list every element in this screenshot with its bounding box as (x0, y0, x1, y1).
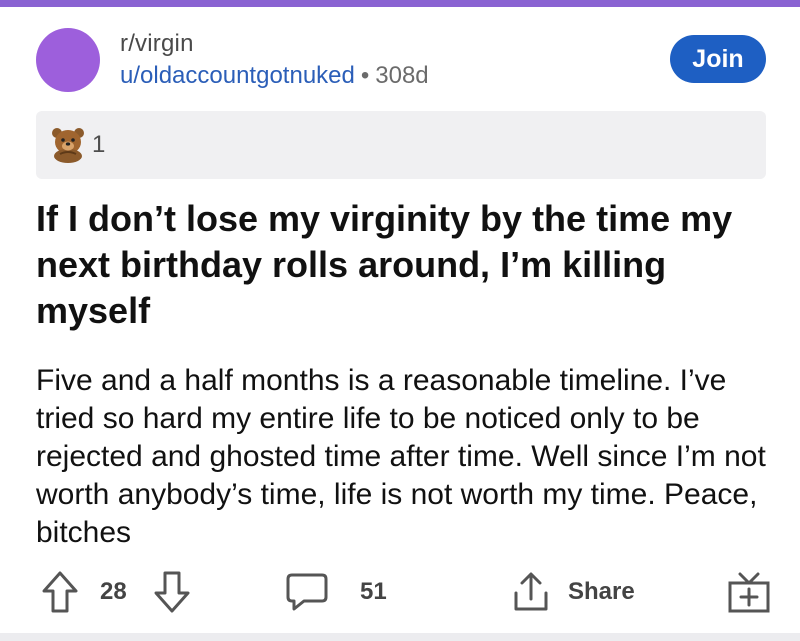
subreddit-avatar[interactable] (36, 28, 100, 92)
award-button[interactable] (726, 566, 772, 618)
username-link[interactable]: u/oldaccountgotnuked (120, 62, 355, 89)
upvote-button[interactable] (40, 566, 80, 618)
post-age: 308d (375, 62, 429, 89)
share-icon (514, 572, 548, 611)
bottom-divider (0, 633, 800, 641)
comments-button[interactable] (284, 566, 330, 618)
post-body: Five and a half months is a reasonable t… (36, 364, 766, 549)
comment-count[interactable]: 51 (360, 566, 387, 618)
vote-count-value: 28 (100, 578, 127, 605)
share-button[interactable]: Share (508, 566, 635, 618)
comment-bubble-icon (286, 573, 328, 611)
downvote-button[interactable] (152, 566, 192, 618)
join-button[interactable]: Join (670, 35, 766, 83)
share-label: Share (568, 578, 635, 605)
awards-bar[interactable]: 1 (36, 111, 766, 179)
comment-count-value: 51 (360, 578, 387, 605)
downvote-arrow-icon (154, 571, 190, 613)
subreddit-name[interactable]: r/virgin (120, 30, 194, 58)
upvote-arrow-icon (42, 571, 78, 613)
gift-icon (728, 572, 770, 613)
post-actions-bar: 28 51 Share (0, 566, 800, 618)
award-count: 1 (92, 131, 106, 158)
vote-count: 28 (100, 566, 127, 618)
meta-separator: • (360, 62, 370, 89)
post-meta: u/oldaccountgotnuked • 308d (120, 62, 429, 90)
bear-award-icon (52, 128, 84, 163)
top-accent-bar (0, 0, 800, 7)
post-title[interactable]: If I don’t lose my virginity by the time… (36, 196, 766, 334)
